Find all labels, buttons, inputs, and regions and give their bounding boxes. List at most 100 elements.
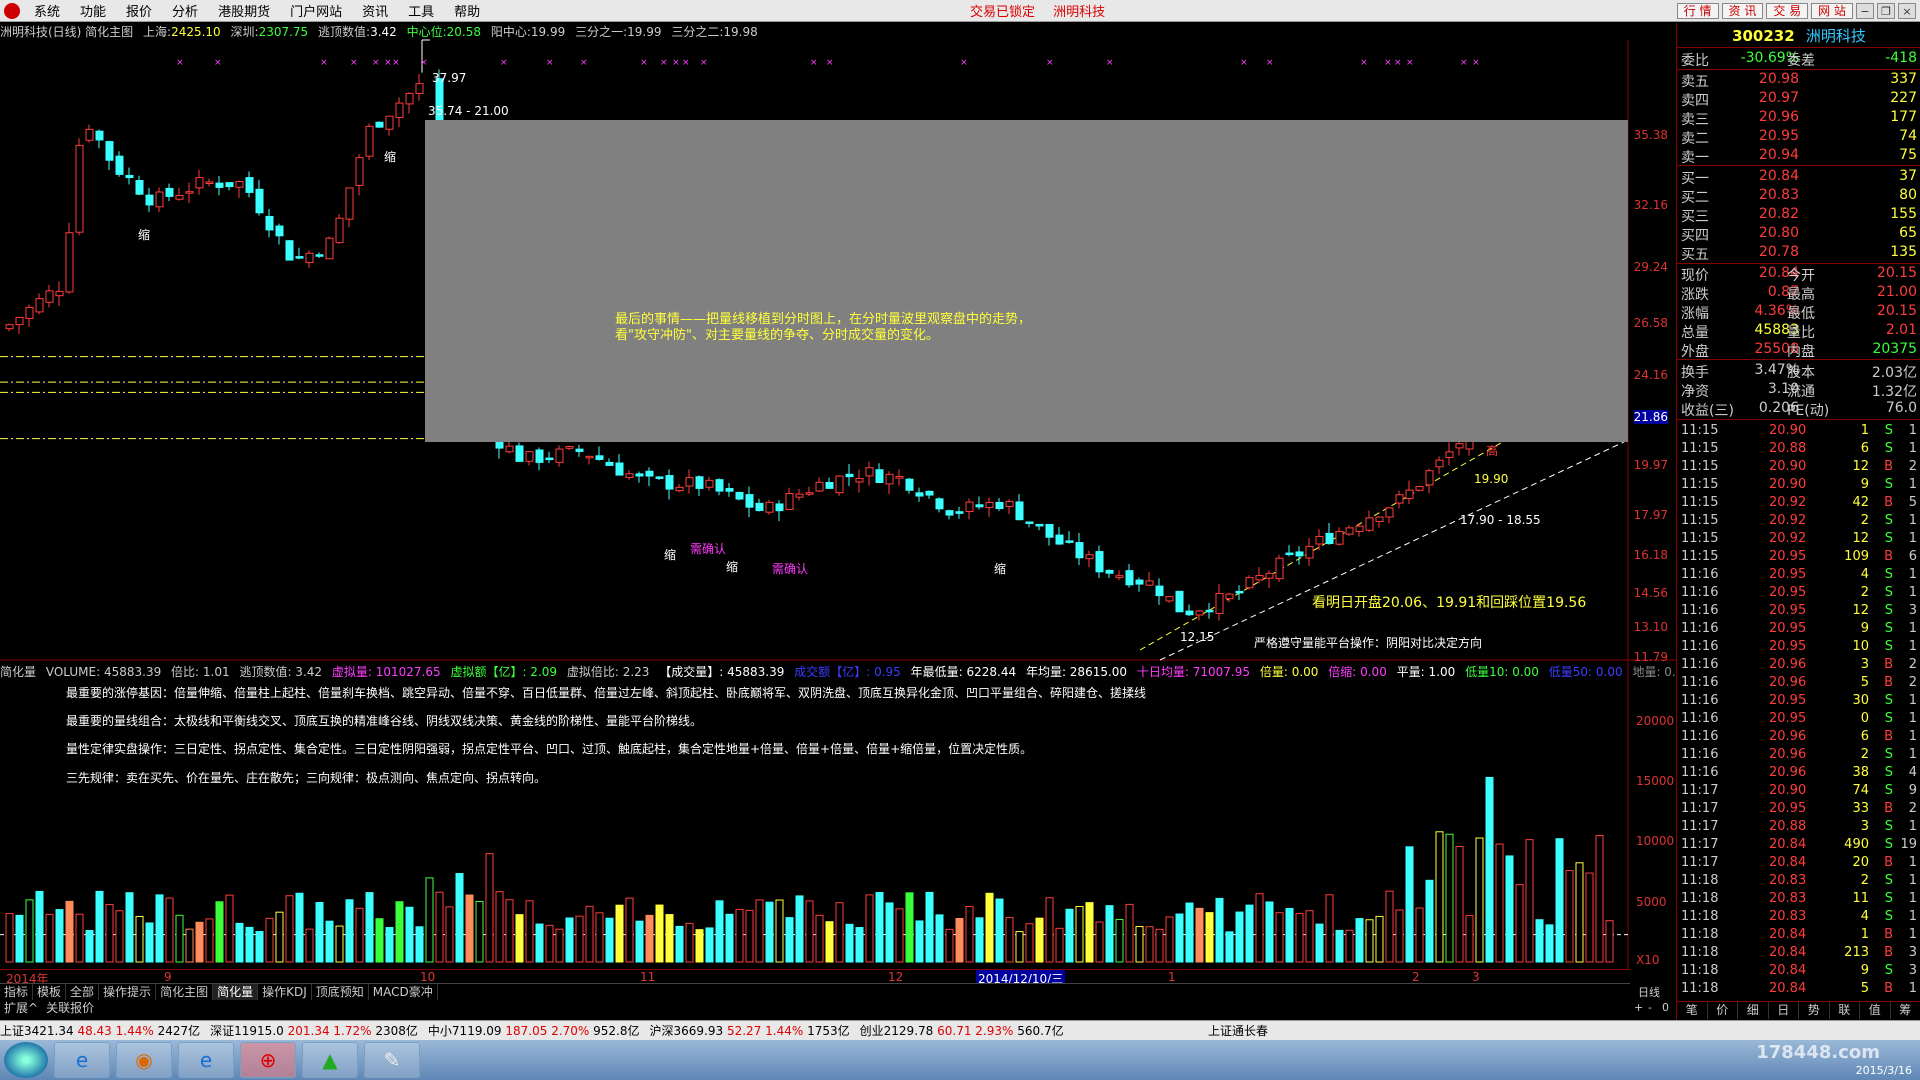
menu-portal[interactable]: 门户网站 xyxy=(280,1,352,20)
tick-row[interactable]: 11:15 20.90 9 S 1 xyxy=(1679,477,1919,495)
zoom-reset-button[interactable]: 0 xyxy=(1662,1001,1669,1014)
tick-row[interactable]: 11:17 20.95 33 B 2 xyxy=(1679,801,1919,819)
zoom-in-button[interactable]: + xyxy=(1634,1001,1643,1014)
tick-row[interactable]: 11:16 20.95 4 S 1 xyxy=(1679,567,1919,585)
menu-help[interactable]: 帮助 xyxy=(444,1,490,20)
tick-row[interactable]: 11:18 20.83 11 S 1 xyxy=(1679,891,1919,909)
tab-related-quote[interactable]: 关联报价 xyxy=(42,1000,98,1016)
vol-deal: 【成交量】: 45883.39 xyxy=(659,665,785,679)
tick-row[interactable]: 11:15 20.92 2 S 1 xyxy=(1679,513,1919,531)
tick-row[interactable]: 11:16 20.96 38 S 4 xyxy=(1679,765,1919,783)
tick-row[interactable]: 11:16 20.95 2 S 1 xyxy=(1679,585,1919,603)
tick-row[interactable]: 11:17 20.88 3 S 1 xyxy=(1679,819,1919,837)
minimize-icon[interactable]: − xyxy=(1856,2,1874,19)
quote-tab[interactable]: 日 xyxy=(1769,1002,1799,1019)
indicator-tab[interactable]: 全部 xyxy=(66,984,100,1000)
tick-row[interactable]: 11:18 20.83 2 S 1 xyxy=(1679,873,1919,891)
news-mode-button[interactable]: 资 讯 xyxy=(1721,2,1764,19)
zoom-out-button[interactable]: - xyxy=(1648,1001,1652,1014)
tick-row[interactable]: 11:16 20.95 12 S 3 xyxy=(1679,603,1919,621)
sh-index[interactable]: 上证3421.34 48.43 1.44% 2427亿 xyxy=(0,1022,200,1039)
menu-system[interactable]: 系统 xyxy=(24,1,70,20)
volume-bar xyxy=(1165,916,1174,963)
menu-hk-futures[interactable]: 港股期货 xyxy=(208,1,280,20)
web-mode-button[interactable]: 网 站 xyxy=(1811,2,1853,19)
tick-row[interactable]: 11:15 20.88 6 S 1 xyxy=(1679,441,1919,459)
menu-tools[interactable]: 工具 xyxy=(398,1,444,20)
tick-row[interactable]: 11:15 20.95 109 B 6 xyxy=(1679,549,1919,567)
tick-row[interactable]: 11:16 20.95 9 S 1 xyxy=(1679,621,1919,639)
quote-tab[interactable]: 联 xyxy=(1830,1002,1860,1019)
quote-tab[interactable]: 势 xyxy=(1799,1002,1830,1019)
tick-row[interactable]: 11:18 20.84 213 B 3 xyxy=(1679,945,1919,963)
tab-expand[interactable]: 扩展^ xyxy=(0,1000,42,1016)
menu-quote[interactable]: 报价 xyxy=(116,1,162,20)
cy-index[interactable]: 创业2129.78 60.71 2.93% 560.7亿 xyxy=(860,1022,1064,1039)
indicator-tab[interactable]: 模板 xyxy=(33,984,67,1000)
app-icon-2[interactable]: ◉ xyxy=(116,1042,172,1078)
tick-row[interactable]: 11:18 20.84 1 B 1 xyxy=(1679,927,1919,945)
indicator-tab[interactable]: 简化量 xyxy=(213,984,259,1000)
stock-app-icon[interactable]: ⊕ xyxy=(240,1042,296,1078)
ie-browser-icon-2[interactable]: e xyxy=(178,1042,234,1078)
tick-row[interactable]: 11:16 20.95 10 S 1 xyxy=(1679,639,1919,657)
app-icon-6[interactable]: ✎ xyxy=(364,1042,420,1078)
tick-row[interactable]: 11:15 20.92 12 S 1 xyxy=(1679,531,1919,549)
quote-mode-button[interactable]: 行 情 xyxy=(1676,2,1719,19)
period-label[interactable]: 日线 xyxy=(1638,984,1660,1000)
tick-row[interactable]: 11:17 20.84 20 B 1 xyxy=(1679,855,1919,873)
menu-function[interactable]: 功能 xyxy=(70,1,116,20)
chart-app-icon[interactable]: ▲ xyxy=(302,1042,358,1078)
sz-index[interactable]: 深证11915.0 201.34 1.72% 2308亿 xyxy=(210,1022,418,1039)
candle-body xyxy=(75,144,84,233)
tick-row[interactable]: 11:18 20.84 5 B 1 xyxy=(1679,981,1919,999)
tick-row[interactable]: 11:18 20.83 4 S 1 xyxy=(1679,909,1919,927)
tick-row[interactable]: 11:16 20.96 2 S 1 xyxy=(1679,747,1919,765)
tick-row[interactable]: 11:16 20.96 6 B 1 xyxy=(1679,729,1919,747)
quote-tab[interactable]: 筹 xyxy=(1891,1002,1920,1019)
tick-row[interactable]: 11:16 20.95 0 S 1 xyxy=(1679,711,1919,729)
indicator-tab[interactable]: MACD豪冲 xyxy=(369,984,438,1000)
tick-row[interactable]: 11:15 20.90 12 B 2 xyxy=(1679,459,1919,477)
indicator-tab[interactable]: 操作提示 xyxy=(99,984,157,1000)
indicator-tab[interactable]: 顶底预知 xyxy=(312,984,369,1000)
quote-tab[interactable]: 值 xyxy=(1860,1002,1891,1019)
shrink-label-2: 缩 xyxy=(384,150,397,164)
quote-tab[interactable]: 笔 xyxy=(1677,1002,1708,1019)
price-tick: 26.58 xyxy=(1633,316,1668,330)
zx-index[interactable]: 中小7119.09 187.05 2.70% 952.8亿 xyxy=(428,1022,640,1039)
close-icon[interactable]: × xyxy=(1898,2,1916,19)
volume-bar xyxy=(535,923,544,963)
quote-tab[interactable]: 价 xyxy=(1708,1002,1738,1019)
tick-row[interactable]: 11:15 20.90 1 S 1 xyxy=(1679,423,1919,441)
vol-ten-avg: 十日均量: 71007.95 xyxy=(1136,665,1251,679)
ie-browser-icon[interactable]: e xyxy=(54,1042,110,1078)
menu-analysis[interactable]: 分析 xyxy=(162,1,208,20)
restore-icon[interactable]: ❐ xyxy=(1877,2,1895,19)
menu-news[interactable]: 资讯 xyxy=(352,1,398,20)
tick-bs: B xyxy=(1884,927,1893,942)
tick-row[interactable]: 11:16 20.96 5 B 2 xyxy=(1679,675,1919,693)
candle-body xyxy=(545,457,554,461)
trade-mode-button[interactable]: 交 易 xyxy=(1766,2,1809,19)
hs-index-amt: 1753亿 xyxy=(807,1024,850,1038)
tick-v: 10 xyxy=(1852,639,1869,654)
price-mark-label: 19.90 xyxy=(1474,472,1509,486)
vol-deal-amt: 成交额【亿】: 0.95 xyxy=(794,665,901,679)
tick-row[interactable]: 11:16 20.95 30 S 1 xyxy=(1679,693,1919,711)
tick-v: 33 xyxy=(1852,801,1869,816)
volume-bar xyxy=(1365,919,1374,963)
indicator-tab[interactable]: 指标 xyxy=(0,984,34,1000)
indicator-tab[interactable]: 操作KDJ xyxy=(258,984,312,1000)
volume-bar xyxy=(975,917,984,963)
indicator-tab[interactable]: 简化主图 xyxy=(156,984,214,1000)
hs-index[interactable]: 沪深3669.93 52.27 1.44% 1753亿 xyxy=(650,1022,850,1039)
tick-row[interactable]: 11:17 20.90 74 S 9 xyxy=(1679,783,1919,801)
tick-row[interactable]: 11:16 20.96 3 B 2 xyxy=(1679,657,1919,675)
start-button-icon[interactable] xyxy=(4,1042,48,1078)
tick-row[interactable]: 11:15 20.92 42 B 5 xyxy=(1679,495,1919,513)
candle-body xyxy=(165,187,174,197)
quote-tab[interactable]: 细 xyxy=(1738,1002,1769,1019)
tick-row[interactable]: 11:18 20.84 9 S 3 xyxy=(1679,963,1919,981)
tick-row[interactable]: 11:17 20.84 490 S 19 xyxy=(1679,837,1919,855)
